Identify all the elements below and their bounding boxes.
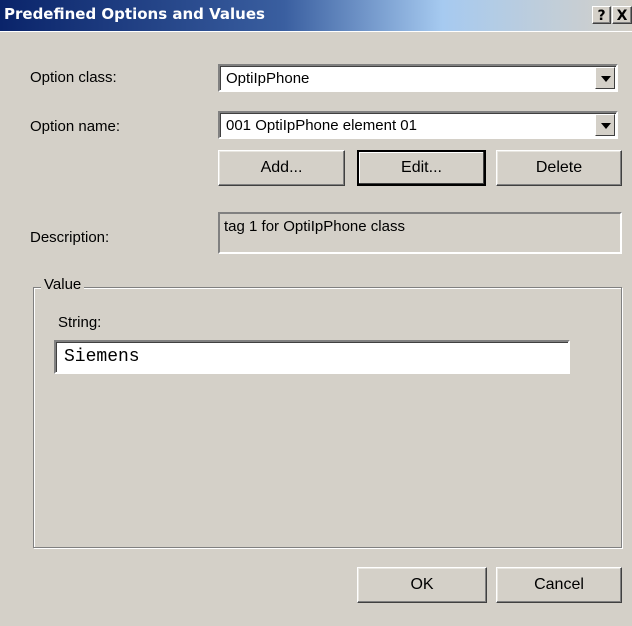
option-name-select[interactable]: 001 OptiIpPhone element 01 <box>218 111 618 139</box>
description-field: tag 1 for OptiIpPhone class <box>218 212 622 254</box>
description-label: Description: <box>30 229 110 246</box>
close-button[interactable]: X <box>612 6 632 24</box>
description-value: tag 1 for OptiIpPhone class <box>224 218 405 235</box>
option-name-value: 001 OptiIpPhone element 01 <box>226 117 417 134</box>
value-groupbox <box>33 287 622 548</box>
string-value: Siemens <box>64 347 140 367</box>
edit-button[interactable]: Edit... <box>357 150 486 186</box>
chevron-down-icon[interactable] <box>595 114 615 136</box>
help-button[interactable]: ? <box>592 6 611 24</box>
value-group-legend: Value <box>41 276 85 293</box>
title-bar: Predefined Options and Values ? X <box>0 0 632 32</box>
chevron-down-icon[interactable] <box>595 67 615 89</box>
string-label: String: <box>58 314 102 331</box>
ok-button[interactable]: OK <box>357 567 487 603</box>
string-input[interactable]: Siemens <box>54 340 570 374</box>
window-title: Predefined Options and Values <box>4 5 265 23</box>
option-class-label: Option class: <box>30 69 117 86</box>
delete-button[interactable]: Delete <box>496 150 622 186</box>
option-name-label: Option name: <box>30 118 121 135</box>
add-button[interactable]: Add... <box>218 150 345 186</box>
option-class-value: OptiIpPhone <box>226 70 310 87</box>
option-class-select[interactable]: OptiIpPhone <box>218 64 618 92</box>
cancel-button[interactable]: Cancel <box>496 567 622 603</box>
